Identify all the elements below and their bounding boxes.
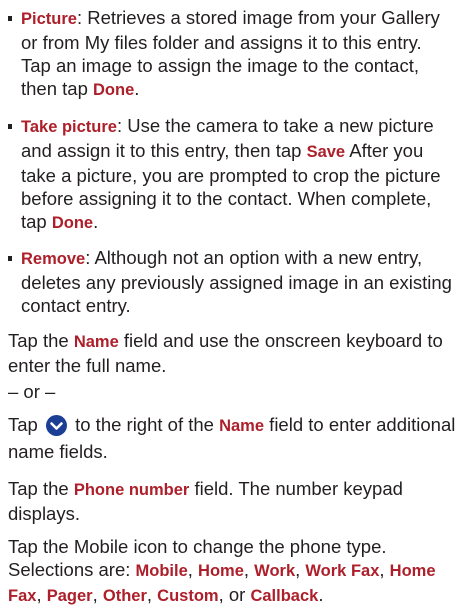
bullet-marker <box>8 256 12 261</box>
option-other: Other <box>102 587 147 605</box>
option-home: Home <box>198 562 244 580</box>
option-pager: Pager <box>46 587 93 605</box>
chevron-down-circle-icon <box>45 415 67 436</box>
bullet-text: Picture: Retrieves a stored image from y… <box>21 7 440 99</box>
option-callback: Callback <box>250 587 319 605</box>
ui-term: Name <box>219 417 265 435</box>
bullet-picture: Picture: Retrieves a stored image from y… <box>8 6 454 102</box>
para-expand-name: Tap to the right of the Name field to en… <box>8 414 456 462</box>
bullet-text: Remove: Although not an option with a ne… <box>21 247 452 316</box>
para-phone-type: Tap the Mobile icon to change the phone … <box>8 536 436 605</box>
bullet-take-picture: Take picture: Use the camera to take a n… <box>8 114 454 235</box>
bullet-marker <box>8 124 12 129</box>
bullet-marker <box>8 16 12 21</box>
ui-term: Done <box>93 81 135 99</box>
ui-term: Take picture <box>21 118 117 136</box>
para-name-field: Tap the Name field and use the onscreen … <box>8 330 443 376</box>
ui-term: Remove <box>21 250 86 268</box>
option-mobile: Mobile <box>135 562 188 580</box>
ui-term: Picture <box>21 10 77 28</box>
option-custom: Custom <box>157 587 219 605</box>
ui-term: Name <box>73 333 119 351</box>
manual-page: Picture: Retrieves a stored image from y… <box>0 0 462 605</box>
ui-term: Save <box>306 143 346 161</box>
option-work: Work <box>254 562 296 580</box>
option-work-fax: Work Fax <box>305 562 380 580</box>
para-phone-number: Tap the Phone number field. The number k… <box>8 478 403 524</box>
bullet-text: Take picture: Use the camera to take a n… <box>21 115 441 232</box>
ui-term: Done <box>51 214 94 232</box>
ui-term: Phone number <box>73 481 190 499</box>
or-separator: – or – <box>8 381 56 402</box>
bullet-remove: Remove: Although not an option with a ne… <box>8 246 454 317</box>
